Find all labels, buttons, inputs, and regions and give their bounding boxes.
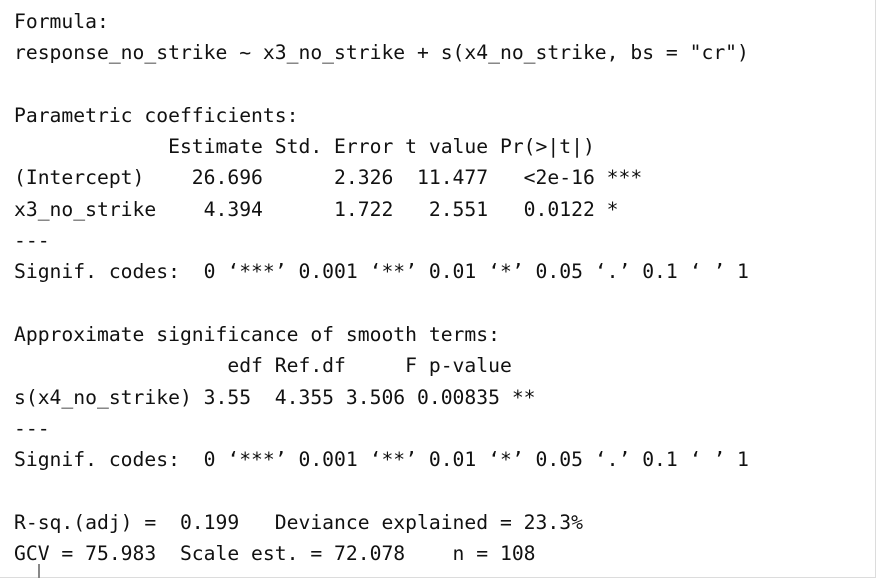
formula-expression: response_no_strike ~ x3_no_strike + s(x4…	[14, 41, 749, 65]
signif-codes-line: Signif. codes: 0 ‘***’ 0.001 ‘**’ 0.01 ‘…	[14, 448, 749, 472]
smooth-terms-table-header: edf Ref.df F p-value	[14, 354, 548, 378]
text-cursor	[38, 564, 40, 578]
gcv-scale-n-line: GCV = 75.983 Scale est. = 72.078 n = 108	[14, 542, 536, 566]
coefficients-row-x3: x3_no_strike 4.394 1.722 2.551 0.0122 *	[14, 197, 643, 221]
gam-summary-output: Formula: response_no_strike ~ x3_no_strik…	[14, 6, 749, 569]
parametric-coefficients-heading: Parametric coefficients:	[14, 103, 299, 127]
separator-line: ---	[14, 416, 50, 440]
smooth-terms-heading: Approximate significance of smooth terms…	[14, 322, 500, 346]
coefficients-table-header: Estimate Std. Error t value Pr(>|t|)	[14, 135, 643, 159]
formula-heading: Formula:	[14, 10, 109, 33]
signif-codes-line: Signif. codes: 0 ‘***’ 0.001 ‘**’ 0.01 ‘…	[14, 260, 749, 284]
r-squared-deviance-line: R-sq.(adj) = 0.199 Deviance explained = …	[14, 510, 583, 534]
separator-line: ---	[14, 229, 50, 253]
r-console-output-pane: Formula: response_no_strike ~ x3_no_strik…	[0, 0, 876, 578]
smooth-terms-row-x4: s(x4_no_strike) 3.55 4.355 3.506 0.00835…	[14, 385, 536, 409]
coefficients-row-intercept: (Intercept) 26.696 2.326 11.477 <2e-16 *…	[14, 166, 643, 190]
